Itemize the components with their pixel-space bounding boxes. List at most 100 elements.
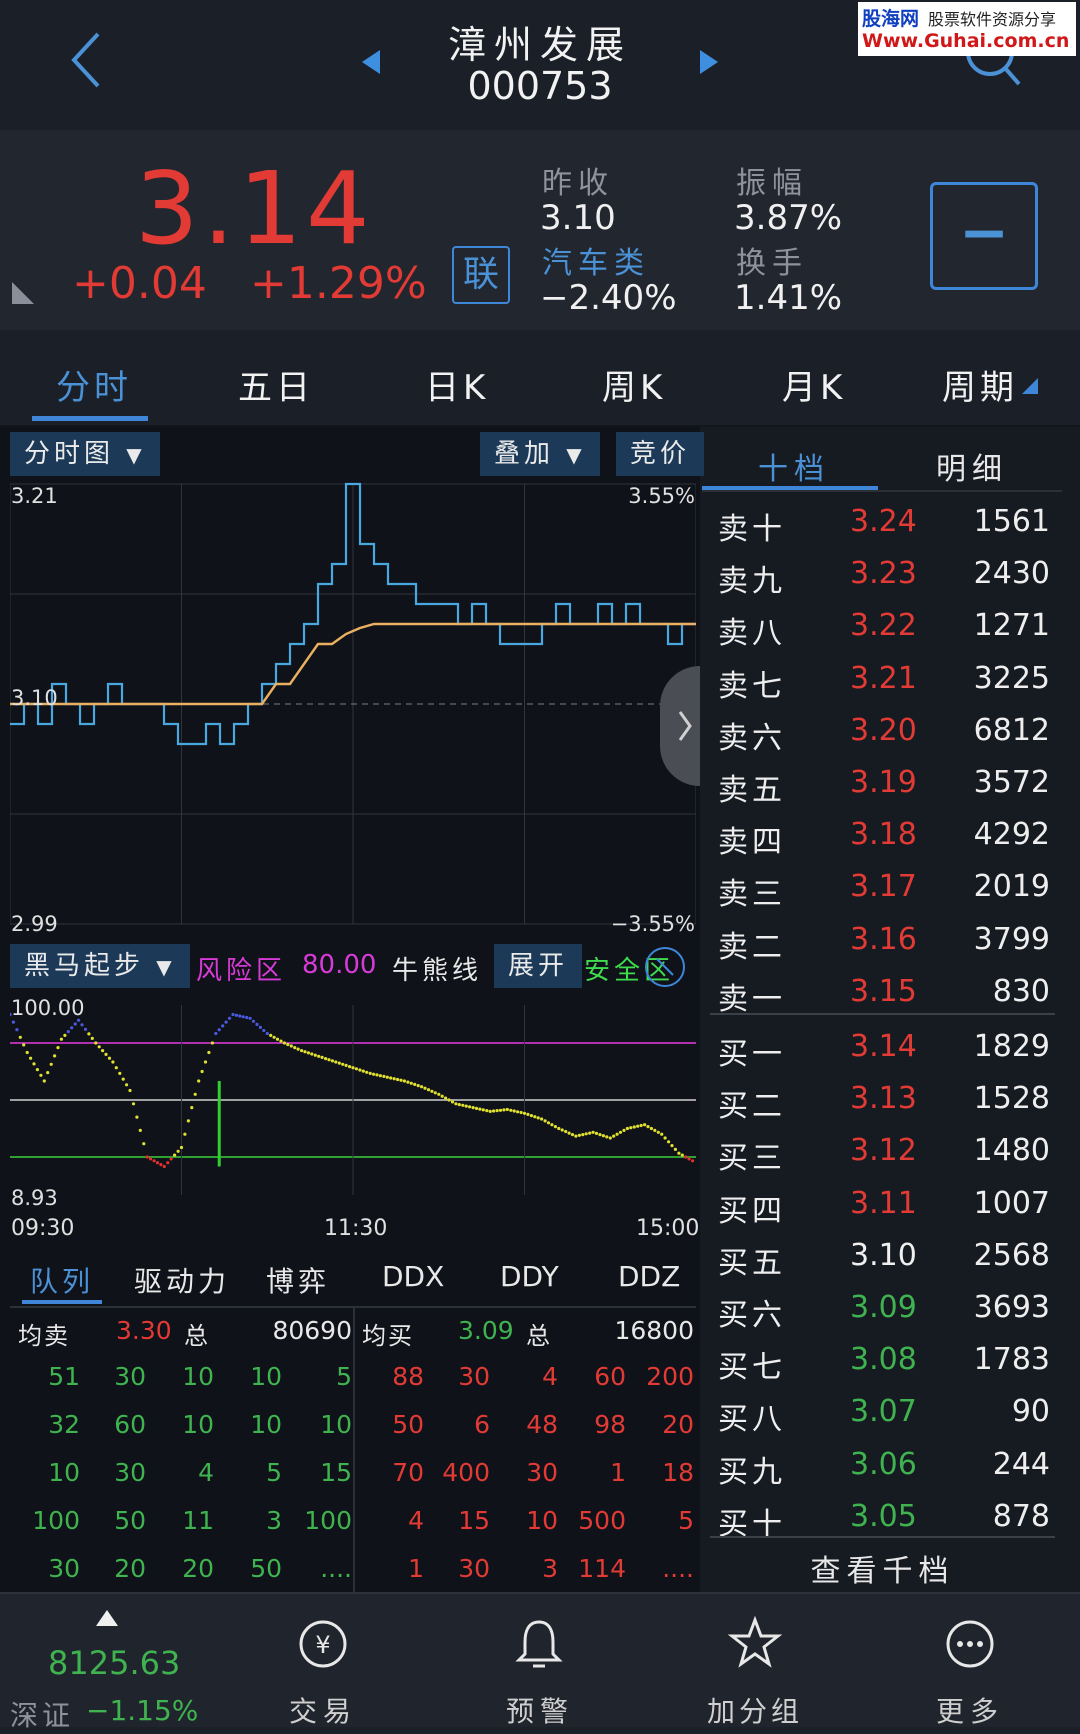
indicator-dot [255,1022,259,1026]
buy-total-value: 16800 [614,1316,694,1345]
nav-alert[interactable]: 预警 [480,1690,600,1730]
buy-queue-cell: 200 [646,1362,694,1391]
indicator-dot [478,1107,482,1111]
indicator-dot [656,1130,660,1134]
bid-row[interactable]: 买三 3.12 1480 [710,1125,1060,1177]
tab-week-k[interactable]: 周K [602,360,666,409]
indicator-dot [516,1110,520,1114]
sector-link[interactable]: 汽车类 [542,238,650,282]
level-label: 卖三 [718,877,786,913]
indicator-dot [615,1132,619,1136]
ask-row[interactable]: 卖六 3.20 6812 [710,705,1060,757]
view-thousand-levels-button[interactable]: 查看千档 [710,1546,1055,1590]
prev-stock-icon[interactable] [360,48,382,76]
collapse-button[interactable]: − [930,182,1038,290]
sell-queue-cell: 10 [320,1410,352,1439]
tab-month-k[interactable]: 月K [782,360,846,409]
buy-queue-cell: 500 [578,1506,626,1535]
indicator-dot [444,1096,448,1100]
indicator-dot [173,1153,177,1157]
indicator-dot [282,1041,286,1045]
next-stock-icon[interactable] [698,48,720,76]
ask-row[interactable]: 卖五 3.19 3572 [710,757,1060,809]
sell-queue-cell: 4 [198,1458,214,1487]
bid-row[interactable]: 买六 3.09 3693 [710,1282,1060,1334]
tab-day-k[interactable]: 日K [425,360,489,409]
fullscreen-icon[interactable] [644,946,686,988]
level-label: 卖十 [718,512,786,547]
ask-row[interactable]: 卖二 3.16 3799 [710,914,1060,966]
tab-period[interactable]: 周期 [942,360,1018,409]
level-volume: 3693 [973,1290,1050,1325]
tab-intraday[interactable]: 分时 [56,360,132,409]
period-dropdown-icon[interactable] [1020,376,1040,396]
ask-row[interactable]: 卖三 3.17 2019 [710,861,1060,913]
ask-row[interactable]: 卖七 3.21 3225 [710,653,1060,705]
sell-queue-cell: 10 [48,1458,80,1487]
nav-more[interactable]: 更多 [910,1690,1030,1730]
bid-row[interactable]: 买八 3.07 90 [710,1386,1060,1438]
nav-add-group[interactable]: 加分组 [695,1690,815,1730]
tab-ddy[interactable]: DDY [500,1260,559,1293]
indicator-dot [365,1070,369,1074]
indicator-dot [402,1079,406,1083]
star-icon[interactable] [728,1616,782,1670]
bid-row[interactable]: 买一 3.14 1829 [710,1021,1060,1073]
ask-row[interactable]: 卖十 3.24 1561 [710,496,1060,548]
watermark-slogan: 股票软件资源分享 [928,10,1057,29]
indicator-chart[interactable] [10,995,696,1210]
bid-row[interactable]: 买七 3.08 1783 [710,1334,1060,1386]
tab-drive-force[interactable]: 驱动力 [134,1260,230,1300]
indicator-dot [224,1020,228,1024]
overlay-select[interactable]: 叠加 ▼ [480,432,600,476]
level-price: 3.13 [850,1081,917,1117]
bell-icon[interactable] [514,1616,564,1670]
bid-row[interactable]: 买十 3.05 878 [710,1491,1060,1543]
amplitude-label: 振幅 [736,166,808,201]
bid-row[interactable]: 买九 3.06 244 [710,1439,1060,1491]
indicator-dot [625,1126,630,1131]
tab-ddx[interactable]: DDX [382,1260,444,1293]
indicator-dot [248,1016,252,1020]
tab-five-day[interactable]: 五日 [238,360,314,409]
chart-type-select[interactable]: 分时图 ▼ [10,432,160,476]
intraday-chart[interactable] [10,480,696,940]
ask-row[interactable]: 卖一 3.15 830 [710,966,1060,1018]
nav-trade[interactable]: 交易 [263,1690,383,1730]
up-arrow-icon [96,1610,118,1626]
indicator-dot [176,1149,180,1153]
indicator-dot [303,1050,307,1054]
ask-row[interactable]: 卖四 3.18 4292 [710,809,1060,861]
more-icon[interactable] [944,1618,996,1670]
tab-game[interactable]: 博弈 [266,1260,330,1300]
indicator-dot [526,1112,530,1116]
index-value[interactable]: 8125.63 [48,1644,180,1682]
expand-panel-handle[interactable] [660,666,700,786]
indicator-dot [396,1077,400,1082]
level-price: 3.20 [850,712,917,748]
back-icon[interactable] [68,30,108,90]
buy-queue-cell: 114 [578,1554,626,1583]
indicator-dot [210,1041,214,1045]
indicator-select[interactable]: 黑马起步 ▼ [10,944,190,988]
ask-row[interactable]: 卖八 3.22 1271 [710,600,1060,652]
amplitude-value: 3.87% [734,198,843,238]
tab-details[interactable]: 明细 [936,444,1008,488]
indicator-dot [193,1092,197,1096]
indicator-dot [653,1128,657,1132]
indicator-dot [464,1104,468,1108]
tab-queue[interactable]: 队列 [30,1260,94,1300]
bid-row[interactable]: 买二 3.13 1528 [710,1073,1060,1125]
tab-ten-levels[interactable]: 十档 [758,444,830,488]
lian-badge[interactable]: 联 [452,246,510,304]
level-volume: 1007 [973,1185,1050,1221]
expand-button[interactable]: 展开 [494,944,583,988]
level-label: 买六 [718,1298,786,1333]
turnover-value: 1.41% [734,278,843,318]
bid-row[interactable]: 买四 3.11 1007 [710,1178,1060,1230]
tab-ddz[interactable]: DDZ [618,1260,680,1293]
trade-icon[interactable]: ¥ [297,1618,349,1670]
auction-button[interactable]: 竞价 [616,432,705,476]
ask-row[interactable]: 卖九 3.23 2430 [710,548,1060,600]
bid-row[interactable]: 买五 3.10 2568 [710,1230,1060,1282]
